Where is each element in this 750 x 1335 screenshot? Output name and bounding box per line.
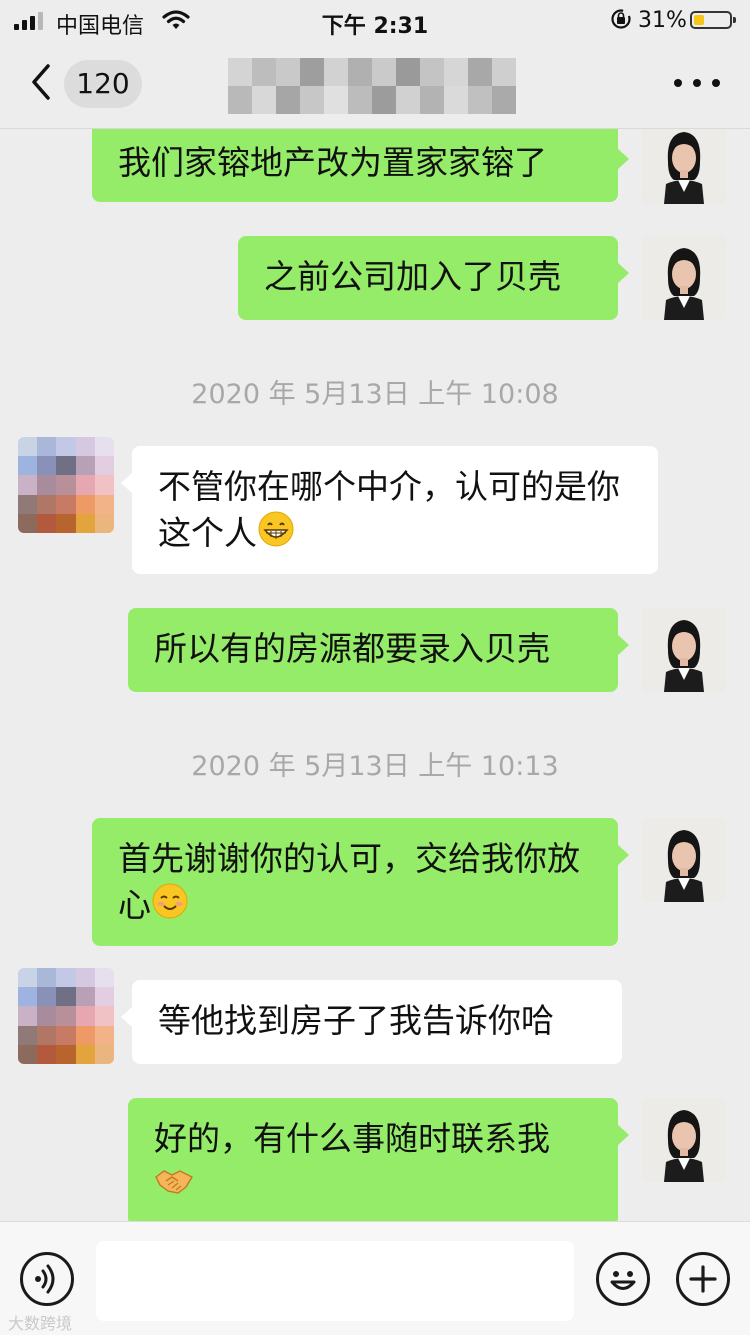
avatar-self[interactable] (642, 129, 726, 204)
message-text: 等他找到房子了我告诉你哈 (158, 1001, 554, 1040)
message-bubble-outgoing[interactable]: 所以有的房源都要录入贝壳 (128, 608, 629, 692)
avatar-self[interactable] (642, 236, 726, 320)
unread-count-badge[interactable]: 120 (64, 60, 142, 108)
message-bubble-outgoing[interactable]: 首先谢谢你的认可，交给我你放心 (92, 818, 629, 946)
message-text: 之前公司加入了贝壳 (264, 257, 561, 296)
message-text: 我们家镕地产改为置家家镕了 (118, 143, 547, 182)
avatar-self[interactable] (642, 1098, 726, 1182)
ellipsis-icon[interactable] (674, 68, 720, 98)
rotation-lock-icon (610, 8, 632, 35)
smiling-blush-face-icon (151, 882, 189, 932)
message-bubble-outgoing[interactable]: 我们家镕地产改为置家家镕了 (92, 129, 629, 202)
message-text: 不管你在哪个中介，认可的是你这个人 (158, 467, 620, 553)
message-text: 好的，有什么事随时联系我 (154, 1119, 550, 1158)
battery-percent: 31% (638, 8, 687, 33)
input-bar (0, 1221, 750, 1335)
message-timestamp: 2020 年 5月13日 上午 10:13 (191, 751, 559, 782)
message-bubble-outgoing[interactable]: 好的，有什么事随时联系我 (128, 1098, 629, 1221)
battery-icon (690, 11, 736, 29)
avatar-contact-blurred[interactable] (18, 968, 114, 1064)
message-bubble-outgoing[interactable]: 之前公司加入了贝壳 (238, 236, 629, 320)
chat-title-blurred (228, 58, 516, 114)
emoji-icon[interactable] (596, 1252, 650, 1306)
avatar-self[interactable] (642, 608, 726, 692)
message-input[interactable] (96, 1241, 574, 1321)
handshake-icon (154, 1163, 194, 1211)
message-bubble-incoming[interactable]: 等他找到房子了我告诉你哈 (121, 980, 622, 1064)
message-timestamp: 2020 年 5月13日 上午 10:08 (191, 379, 559, 410)
avatar-self[interactable] (642, 818, 726, 902)
chat-header: 120 (0, 40, 750, 129)
status-bar: 中国电信 下午 2:31 31% (0, 0, 750, 40)
message-text: 所以有的房源都要录入贝壳 (154, 629, 550, 668)
voice-icon[interactable] (20, 1252, 74, 1306)
grinning-face-icon (257, 510, 295, 560)
chevron-left-icon[interactable] (28, 62, 58, 102)
watermark: 大数跨境 (8, 1314, 73, 1333)
message-bubble-incoming[interactable]: 不管你在哪个中介，认可的是你这个人 (121, 446, 658, 574)
avatar-contact-blurred[interactable] (18, 437, 114, 533)
plus-icon[interactable] (676, 1252, 730, 1306)
message-list[interactable]: 我们家镕地产改为置家家镕了 之前公司加入了贝壳 2020 年 5月13日 上午 … (0, 129, 750, 1221)
